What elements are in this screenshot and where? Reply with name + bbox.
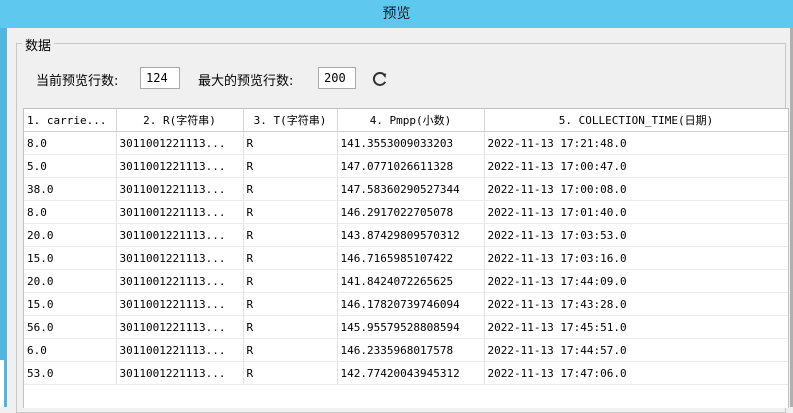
- table-cell: 2022-11-13 17:00:47.0: [484, 154, 788, 178]
- table-cell: 3011001221113...: [116, 131, 244, 155]
- preview-table[interactable]: 1. carrie... 2. R(字符串) 3. T(字符串) 4. Pmpp…: [23, 108, 789, 408]
- table-header-row: 1. carrie... 2. R(字符串) 3. T(字符串) 4. Pmpp…: [24, 109, 788, 132]
- table-cell: 2022-11-13 17:03:53.0: [484, 223, 788, 247]
- table-row[interactable]: 6.0 3011001221113... R 146.2335968017578 202…: [24, 338, 788, 362]
- column-header-collection-time[interactable]: 5. COLLECTION_TIME(日期): [484, 109, 788, 132]
- table-row[interactable]: 38.0 3011001221113... R 147.58360290527344 2…: [24, 177, 788, 201]
- table-cell: R: [243, 361, 338, 385]
- table-cell: 53.0: [24, 361, 117, 385]
- table-cell: 20.0: [24, 223, 117, 247]
- table-cell: 3011001221113...: [116, 315, 244, 339]
- table-cell: R: [243, 200, 338, 224]
- table-cell: R: [243, 292, 338, 316]
- table-cell: 143.87429809570312: [337, 223, 485, 247]
- table-cell: 2022-11-13 17:00:08.0: [484, 177, 788, 201]
- table-cell: 145.95579528808594: [337, 315, 485, 339]
- refresh-icon[interactable]: [370, 69, 390, 89]
- left-edge-strip: [0, 28, 7, 407]
- table-row[interactable]: 15.0 3011001221113... R 146.7165985107422 20…: [24, 246, 788, 270]
- table-cell: 2022-11-13 17:44:09.0: [484, 269, 788, 293]
- table-cell: 56.0: [24, 315, 117, 339]
- table-cell: 3011001221113...: [116, 246, 244, 270]
- window-title-bar: 预览: [0, 0, 793, 28]
- table-cell: 15.0: [24, 246, 117, 270]
- table-cell: 146.7165985107422: [337, 246, 485, 270]
- table-cell: 8.0: [24, 131, 117, 155]
- table-cell: 2022-11-13 17:44:57.0: [484, 338, 788, 362]
- table-cell: R: [243, 246, 338, 270]
- table-cell: 2022-11-13 17:03:16.0: [484, 246, 788, 270]
- table-cell: 3011001221113...: [116, 223, 244, 247]
- table-cell: 2022-11-13 17:43:28.0: [484, 292, 788, 316]
- table-cell: 38.0: [24, 177, 117, 201]
- table-cell: 2022-11-13 17:45:51.0: [484, 315, 788, 339]
- table-cell: 20.0: [24, 269, 117, 293]
- table-cell: 141.3553009033203: [337, 131, 485, 155]
- table-cell: R: [243, 154, 338, 178]
- table-cell: 2022-11-13 17:01:40.0: [484, 200, 788, 224]
- table-cell: 3011001221113...: [116, 269, 244, 293]
- groupbox-label: 数据: [22, 35, 55, 54]
- table-cell: 3011001221113...: [116, 338, 244, 362]
- column-header-t[interactable]: 3. T(字符串): [243, 109, 338, 132]
- table-cell: R: [243, 338, 338, 362]
- table-cell: 146.2335968017578: [337, 338, 485, 362]
- current-rows-label: 当前预览行数:: [36, 74, 119, 89]
- table-row[interactable]: 5.0 3011001221113... R 147.0771026611328 202…: [24, 154, 788, 178]
- table-cell: 3011001221113...: [116, 177, 244, 201]
- table-cell: R: [243, 269, 338, 293]
- left-margin-mark: [0, 360, 4, 407]
- table-cell: 146.2917022705078: [337, 200, 485, 224]
- table-row[interactable]: 20.0 3011001221113... R 141.8424072265625 20…: [24, 269, 788, 293]
- table-cell: 6.0: [24, 338, 117, 362]
- table-cell: 147.58360290527344: [337, 177, 485, 201]
- current-rows-field[interactable]: 124: [140, 67, 180, 89]
- table-row[interactable]: 8.0 3011001221113... R 141.3553009033203 202…: [24, 131, 788, 155]
- table-cell: 142.77420043945312: [337, 361, 485, 385]
- window-title: 预览: [382, 6, 411, 22]
- column-header-r[interactable]: 2. R(字符串): [116, 109, 244, 132]
- table-cell: 8.0: [24, 200, 117, 224]
- table-cell: 146.17820739746094: [337, 292, 485, 316]
- table-row[interactable]: 8.0 3011001221113... R 146.2917022705078 202…: [24, 200, 788, 224]
- table-cell: 3011001221113...: [116, 200, 244, 224]
- table-cell: 3011001221113...: [116, 292, 244, 316]
- table-cell: 5.0: [24, 154, 117, 178]
- table-row[interactable]: 15.0 3011001221113... R 146.17820739746094 2…: [24, 292, 788, 316]
- column-header-carrier[interactable]: 1. carrie...: [24, 109, 117, 132]
- table-cell: 3011001221113...: [116, 154, 244, 178]
- table-cell: R: [243, 177, 338, 201]
- table-cell: 2022-11-13 17:21:48.0: [484, 131, 788, 155]
- table-row[interactable]: 53.0 3011001221113... R 142.77420043945312 2…: [24, 361, 788, 385]
- max-rows-label: 最大的预览行数:: [198, 74, 294, 89]
- max-rows-field[interactable]: 200: [318, 67, 356, 89]
- column-header-pmpp[interactable]: 4. Pmpp(小数): [337, 109, 485, 132]
- table-cell: 147.0771026611328: [337, 154, 485, 178]
- table-row[interactable]: 56.0 3011001221113... R 145.95579528808594 2…: [24, 315, 788, 339]
- table-cell: R: [243, 315, 338, 339]
- table-cell: R: [243, 131, 338, 155]
- table-row[interactable]: 20.0 3011001221113... R 143.87429809570312 2…: [24, 223, 788, 247]
- table-cell: 3011001221113...: [116, 361, 244, 385]
- table-cell: 2022-11-13 17:47:06.0: [484, 361, 788, 385]
- table-cell: R: [243, 223, 338, 247]
- table-cell: 15.0: [24, 292, 117, 316]
- table-cell: 141.8424072265625: [337, 269, 485, 293]
